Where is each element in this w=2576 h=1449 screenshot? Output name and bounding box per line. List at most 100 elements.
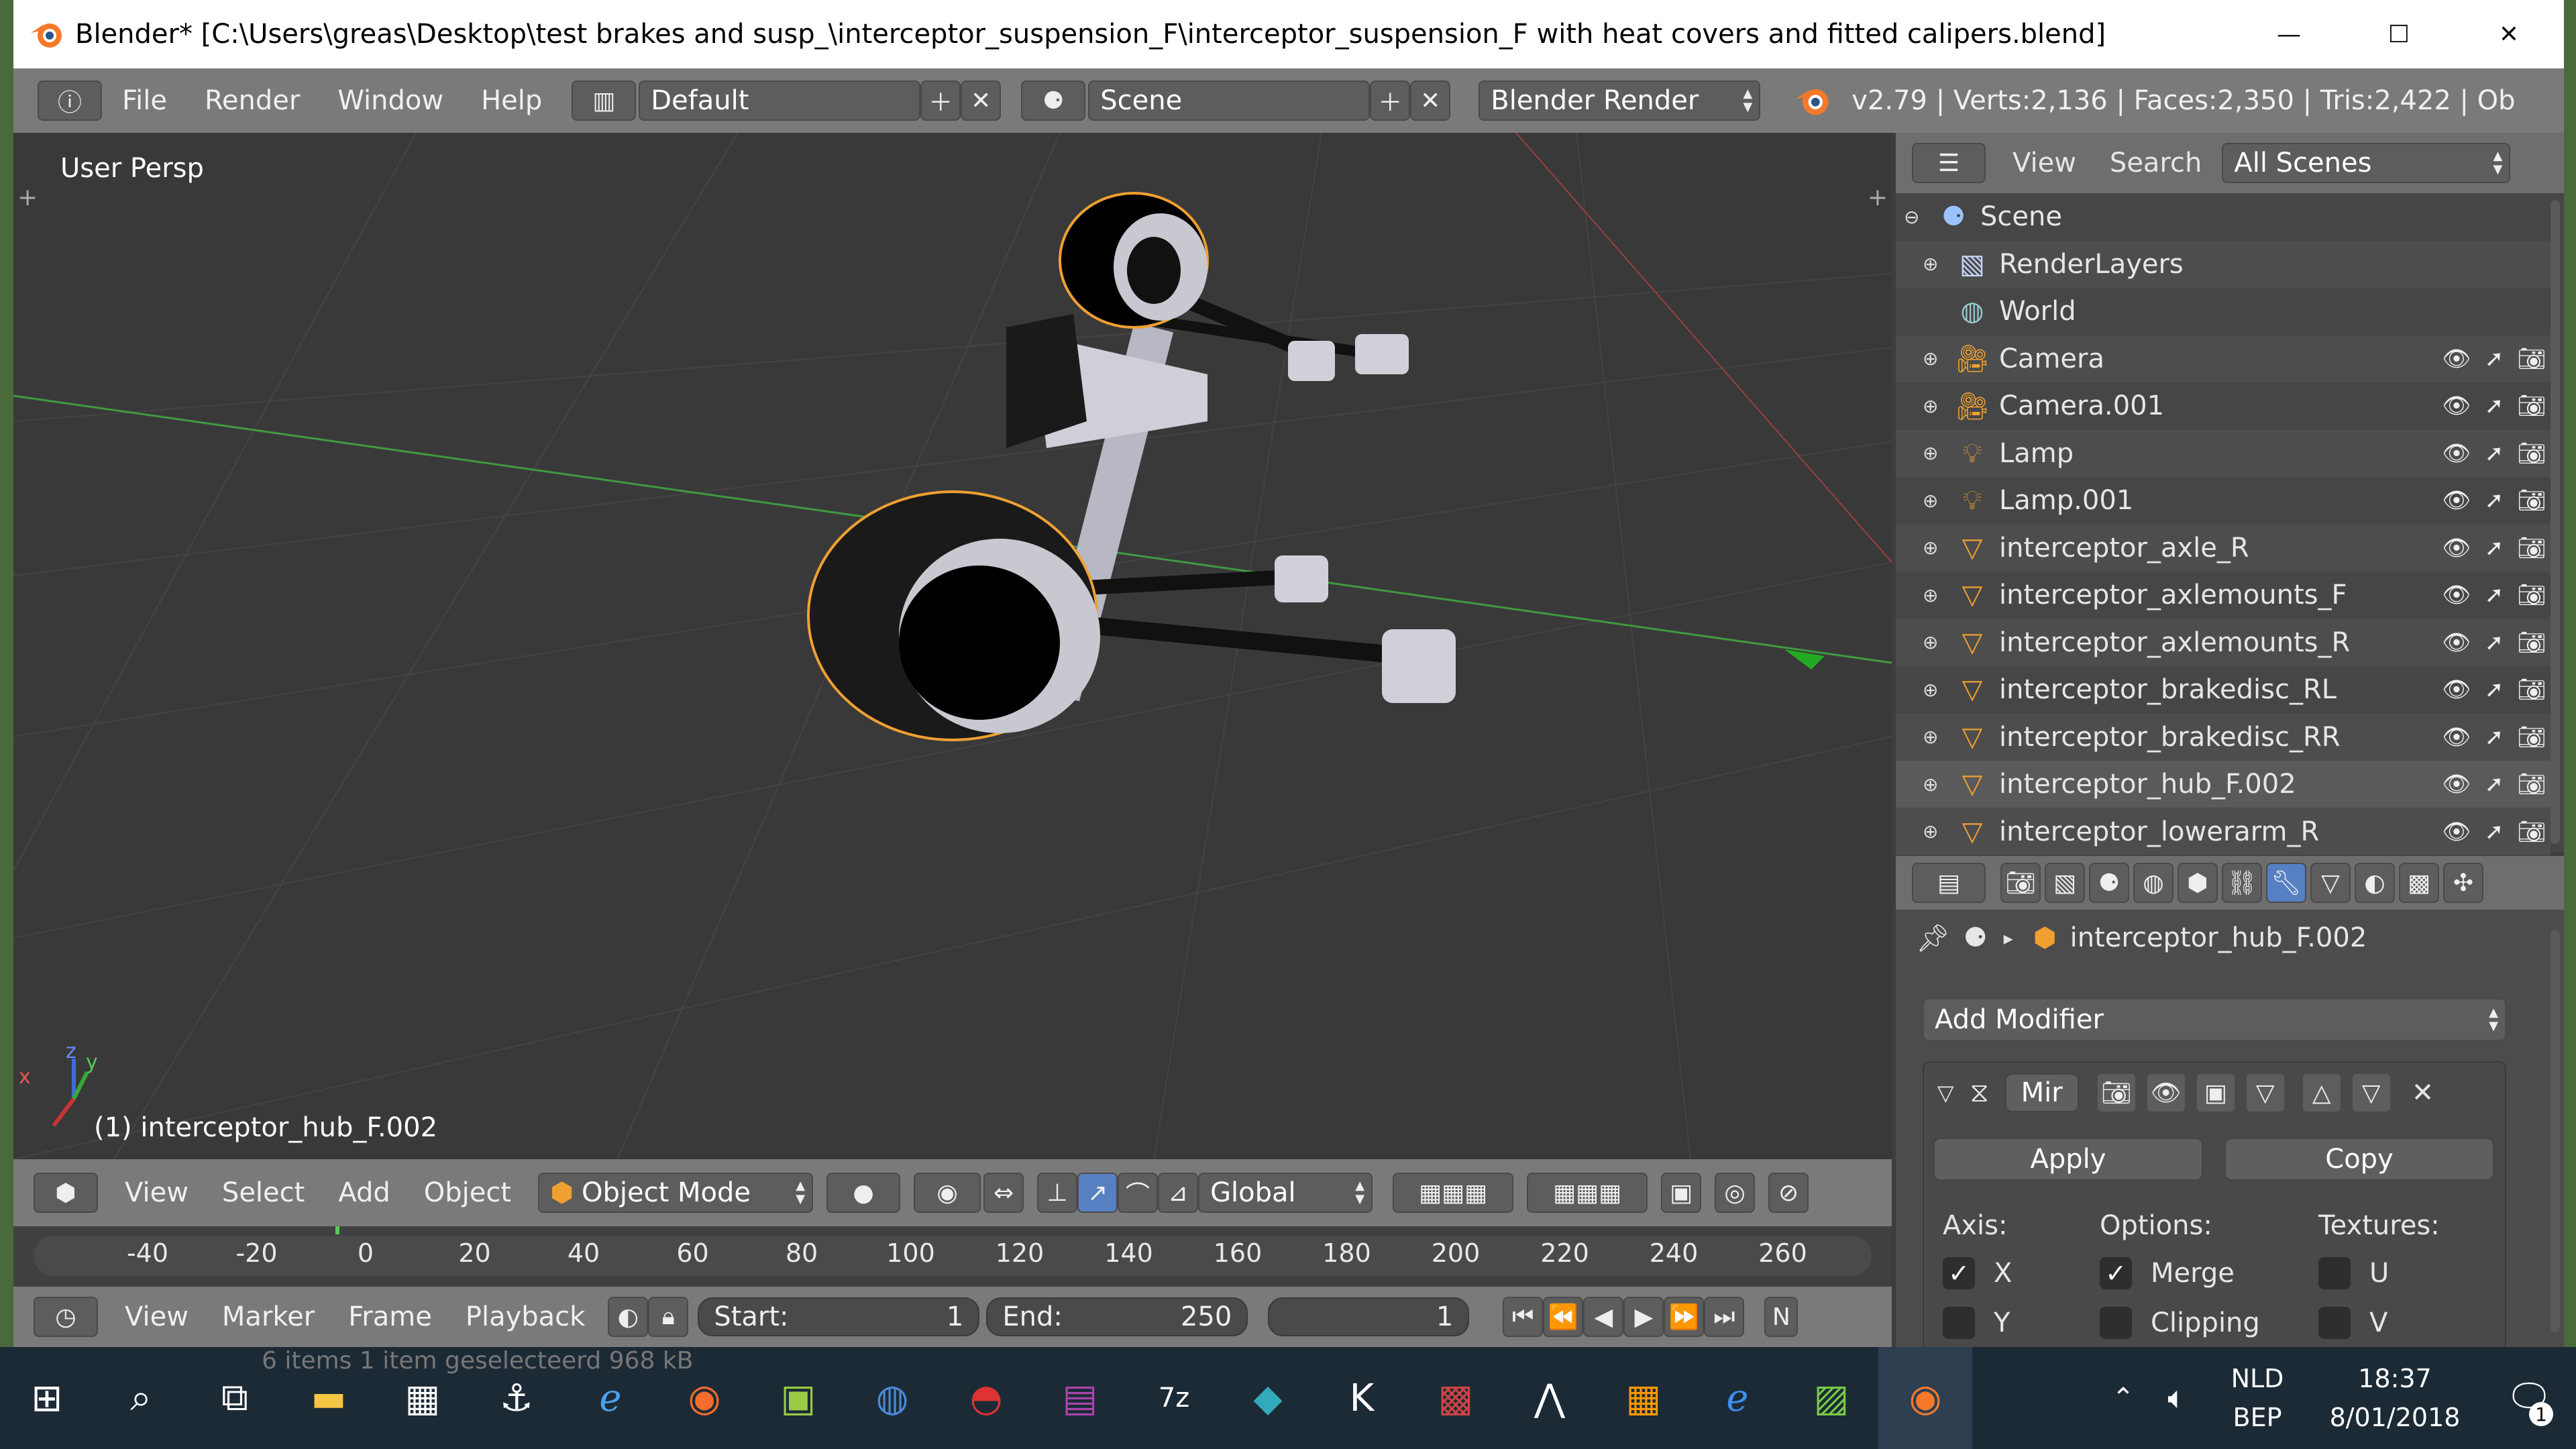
outliner-item[interactable]: ⊕ ▽ interceptor_axlemounts_R 👁︎ ➚ 📷︎ — [1896, 619, 2551, 666]
visibility-eye-icon[interactable]: 👁︎ — [2438, 629, 2475, 656]
outliner-item[interactable]: ⊕ 💡︎ Lamp.001 👁︎ ➚ 📷︎ — [1896, 477, 2551, 524]
taskbar-app-kodi[interactable]: ◆ — [1221, 1347, 1315, 1449]
modifiers-tab-icon[interactable]: 🔧︎ — [2266, 863, 2306, 903]
apply-button[interactable]: Apply — [1933, 1138, 2203, 1181]
jump-start-button[interactable]: ⏮ — [1503, 1297, 1544, 1337]
selectable-cursor-icon[interactable]: ➚ — [2475, 487, 2513, 514]
axis-y-checkbox[interactable]: Y — [1943, 1307, 2010, 1339]
properties-editor-type-button[interactable]: ▤ — [1912, 863, 1986, 903]
renderlayers-tab-icon[interactable]: ▧ — [2045, 863, 2085, 903]
modifier-name-field[interactable]: Mir — [2004, 1073, 2079, 1112]
render-camera-icon[interactable]: 📷︎ — [2513, 724, 2551, 751]
move-up-button[interactable]: △ — [2301, 1073, 2342, 1113]
suspension-model[interactable] — [807, 192, 1456, 741]
keying-set-button[interactable]: N — [1764, 1297, 1799, 1337]
manipulator-icon[interactable]: ⊥ — [1037, 1173, 1078, 1213]
visibility-eye-icon[interactable]: 👁︎ — [2438, 771, 2475, 798]
screen-layout-icon[interactable]: ▥ — [572, 80, 637, 121]
editor-type-button[interactable]: ⬢ — [34, 1173, 98, 1213]
outliner-filter-select[interactable]: All Scenes ▲ ▼ — [2222, 143, 2511, 183]
expand-toggle-icon[interactable]: ⊕ — [1923, 726, 1949, 748]
taskbar-app-maxpayne[interactable]: ▩ — [1409, 1347, 1503, 1449]
3d-viewport[interactable]: User Persp x y z (1) interceptor_hub_F.0… — [13, 133, 1892, 1159]
expand-toggle-icon[interactable]: ⊕ — [1923, 537, 1949, 559]
orientation-select[interactable]: Global ▲ ▼ — [1198, 1173, 1373, 1213]
taskbar-app-ccleaner[interactable]: ◓ — [939, 1347, 1033, 1449]
end-frame-field[interactable]: End: 250 — [986, 1297, 1248, 1336]
clock[interactable]: 18:37 8/01/2018 — [2308, 1359, 2482, 1437]
remove-scene-button[interactable]: ✕ — [1410, 80, 1451, 121]
viewport-scene[interactable] — [13, 133, 1892, 1159]
layout-selector[interactable]: Default — [639, 80, 921, 121]
outliner-editor-type-button[interactable]: ☰ — [1912, 143, 1986, 183]
current-frame-field[interactable]: 1 — [1268, 1297, 1470, 1336]
outliner-scrollbar[interactable] — [2551, 200, 2560, 844]
selectable-cursor-icon[interactable]: ➚ — [2475, 724, 2513, 751]
expand-toggle-icon[interactable]: ⊕ — [1923, 442, 1949, 464]
start-frame-field[interactable]: Start: 1 — [698, 1297, 980, 1336]
action-center-button[interactable]: 🗨︎ 1 — [2482, 1347, 2576, 1449]
outliner-item[interactable]: ⊕ ▽ interceptor_hub_F.002 👁︎ ➚ 📷︎ — [1896, 761, 2551, 808]
menu-render[interactable]: Render — [205, 85, 300, 116]
render-camera-icon[interactable]: 📷︎ — [2513, 771, 2551, 798]
modifier-editmode-toggle[interactable]: ▣ — [2195, 1073, 2236, 1113]
toolshelf-toggle-icon[interactable]: + — [17, 184, 38, 211]
show-hidden-icons-button[interactable]: ⌃ — [2100, 1347, 2147, 1449]
render-camera-icon[interactable]: 📷︎ — [2513, 535, 2551, 561]
move-down-button[interactable]: ▽ — [2351, 1073, 2392, 1113]
close-button[interactable]: ✕ — [2454, 0, 2564, 68]
visibility-eye-icon[interactable]: 👁︎ — [2438, 487, 2475, 514]
outliner-menu-search[interactable]: Search — [2110, 148, 2202, 178]
outliner-item[interactable]: ⊕ ▽ interceptor_axle_R 👁︎ ➚ 📷︎ — [1896, 524, 2551, 572]
selectable-cursor-icon[interactable]: ➚ — [2475, 345, 2513, 372]
translate-manipulator-button[interactable]: ↗ — [1077, 1173, 1118, 1213]
menu-select[interactable]: Select — [222, 1177, 305, 1208]
play-button[interactable]: ▶ — [1623, 1297, 1664, 1337]
selectable-cursor-icon[interactable]: ➚ — [2475, 582, 2513, 608]
merge-checkbox[interactable]: ✓ Merge — [2100, 1257, 2235, 1289]
shading-button[interactable]: ● — [826, 1173, 901, 1213]
scene-selector[interactable]: Scene — [1088, 80, 1371, 121]
outliner-item[interactable]: ⊖ ⚈ Scene — [1896, 193, 2551, 240]
outliner-item[interactable]: ⊕ ▽ interceptor_brakedisc_RR 👁︎ ➚ 📷︎ — [1896, 713, 2551, 761]
render-camera-icon[interactable]: 📷︎ — [2513, 345, 2551, 372]
layers-grid-left[interactable]: ▦▦▦ — [1393, 1173, 1514, 1213]
remove-modifier-icon[interactable]: ✕ — [2412, 1077, 2434, 1108]
outliner-item[interactable]: ⊕ 🎥︎ Camera 👁︎ ➚ 📷︎ — [1896, 335, 2551, 382]
taskbar-app-winrar[interactable]: ▤ — [1033, 1347, 1127, 1449]
render-camera-icon[interactable]: 📷︎ — [2513, 392, 2551, 419]
outliner-item[interactable]: ⊕ ▽ interceptor_lowerarm_R 👁︎ ➚ 📷︎ — [1896, 808, 2551, 855]
properties-toggle-icon[interactable]: + — [1868, 184, 1888, 211]
selectable-cursor-icon[interactable]: ➚ — [2475, 629, 2513, 656]
selectable-cursor-icon[interactable]: ➚ — [2475, 771, 2513, 798]
outliner-menu-view[interactable]: View — [2012, 148, 2076, 178]
collapse-toggle-icon[interactable]: ⊖ — [1904, 206, 1931, 228]
visibility-eye-icon[interactable]: 👁︎ — [2438, 535, 2475, 561]
auto-keying-button[interactable]: ◐ — [608, 1297, 649, 1337]
start-button[interactable]: ⊞ — [0, 1347, 94, 1449]
info-editor-type-button[interactable]: ⓘ — [38, 80, 102, 121]
expand-toggle-icon[interactable]: ⊕ — [1923, 631, 1949, 653]
scene-tab-icon[interactable]: ⚈ — [2089, 863, 2129, 903]
timeline-menu-marker[interactable]: Marker — [222, 1301, 315, 1332]
menu-object[interactable]: Object — [424, 1177, 511, 1208]
texture-v-checkbox[interactable]: V — [2318, 1307, 2387, 1339]
outliner-item[interactable]: ⊕ ▧ RenderLayers — [1896, 240, 2551, 288]
clipping-checkbox[interactable]: Clipping — [2100, 1307, 2260, 1339]
pin-icon[interactable]: 📌︎ — [1916, 922, 1950, 954]
taskbar-app-k[interactable]: K — [1315, 1347, 1409, 1449]
add-scene-button[interactable]: ＋ — [1370, 80, 1411, 121]
expand-toggle-icon[interactable]: ⊕ — [1923, 347, 1949, 370]
timeline-menu-view[interactable]: View — [125, 1301, 189, 1332]
taskbar-app-aorus[interactable]: ⋀ — [1503, 1347, 1597, 1449]
selectable-cursor-icon[interactable]: ➚ — [2475, 535, 2513, 561]
timeline-ruler[interactable]: -40 -20 0 20 40 60 80 100 120 140 160 180 200 220 240 2… — [13, 1226, 1892, 1287]
object-tab-icon[interactable]: ⬢ — [2178, 863, 2218, 903]
scale-manipulator-button[interactable]: ⊿ — [1158, 1173, 1199, 1213]
pivot-button[interactable]: ◉ — [914, 1173, 981, 1213]
texture-tab-icon[interactable]: ▩ — [2399, 863, 2439, 903]
expand-toggle-icon[interactable]: ⊕ — [1923, 679, 1949, 701]
taskbar-app-blender[interactable]: ◉ — [1878, 1347, 1972, 1449]
expand-toggle-icon[interactable]: ⊕ — [1923, 490, 1949, 512]
render-preview-button[interactable]: ▣ — [1661, 1173, 1702, 1213]
